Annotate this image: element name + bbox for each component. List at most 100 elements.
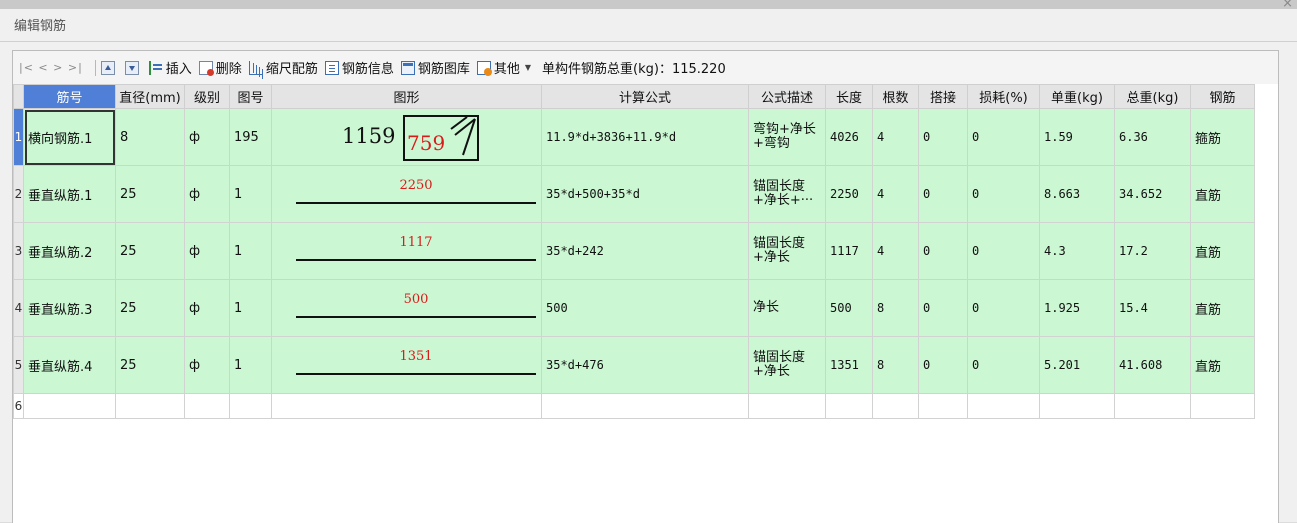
table-row-empty[interactable]: 6: [13, 393, 1255, 419]
cell-shape[interactable]: 2250: [271, 165, 542, 223]
move-down-button[interactable]: [124, 60, 142, 75]
cell-unit-weight[interactable]: 1.925: [1039, 279, 1115, 337]
cell-bar-number[interactable]: 垂直纵筋.1: [23, 165, 116, 223]
insert-button[interactable]: 插入: [148, 58, 192, 77]
cell-count[interactable]: 4: [872, 165, 919, 223]
table-row[interactable]: 1 横向钢筋.1 8 ф 195 1159 759 11.9*d+3836+11…: [13, 108, 1255, 166]
cell-loss[interactable]: 0: [967, 279, 1040, 337]
cell-formula-description[interactable]: 锚固长度+净长+···: [748, 165, 826, 223]
cell-lap[interactable]: 0: [918, 222, 968, 280]
header-rebar-type[interactable]: 钢筋: [1190, 84, 1255, 109]
empty-cell[interactable]: [872, 393, 919, 419]
cell-formula[interactable]: 11.9*d+3836+11.9*d: [541, 108, 749, 166]
table-row[interactable]: 2 垂直纵筋.1 25 ф 1 2250 35*d+500+35*d 锚固长度+…: [13, 165, 1255, 223]
cell-count[interactable]: 4: [872, 222, 919, 280]
cell-total-weight[interactable]: 34.652: [1114, 165, 1191, 223]
row-number[interactable]: 1: [13, 108, 24, 166]
header-length[interactable]: 长度: [825, 84, 873, 109]
header-count[interactable]: 根数: [872, 84, 919, 109]
header-unit-weight[interactable]: 单重(kg): [1039, 84, 1115, 109]
cell-unit-weight[interactable]: 4.3: [1039, 222, 1115, 280]
header-formula[interactable]: 计算公式: [541, 84, 749, 109]
record-navigation[interactable]: |< < > >|: [19, 61, 83, 74]
cell-bar-number[interactable]: 垂直纵筋.3: [23, 279, 116, 337]
cell-figure-number[interactable]: 1: [229, 165, 272, 223]
table-row[interactable]: 3 垂直纵筋.2 25 ф 1 1117 35*d+242 锚固长度+净长 11…: [13, 222, 1255, 280]
cell-diameter[interactable]: 8: [115, 108, 185, 166]
cell-shape[interactable]: 500: [271, 279, 542, 337]
cell-bar-number[interactable]: 垂直纵筋.4: [23, 336, 116, 394]
cell-loss[interactable]: 0: [967, 336, 1040, 394]
header-grade[interactable]: 级别: [184, 84, 230, 109]
cell-count[interactable]: 8: [872, 336, 919, 394]
cell-formula[interactable]: 35*d+476: [541, 336, 749, 394]
table-row[interactable]: 4 垂直纵筋.3 25 ф 1 500 500 净长 500 8 0 0 1.9…: [13, 279, 1255, 337]
empty-cell[interactable]: [967, 393, 1040, 419]
cell-rebar-type[interactable]: 直筋: [1190, 222, 1255, 280]
cell-shape[interactable]: 1117: [271, 222, 542, 280]
cell-figure-number[interactable]: 195: [229, 108, 272, 166]
row-number[interactable]: 4: [13, 279, 24, 337]
cell-diameter[interactable]: 25: [115, 279, 185, 337]
cell-shape[interactable]: 1159 759: [271, 108, 542, 166]
table-row[interactable]: 5 垂直纵筋.4 25 ф 1 1351 35*d+476 锚固长度+净长 13…: [13, 336, 1255, 394]
cell-figure-number[interactable]: 1: [229, 279, 272, 337]
cell-length[interactable]: 4026: [825, 108, 873, 166]
cell-grade[interactable]: ф: [184, 279, 230, 337]
cell-rebar-type[interactable]: 直筋: [1190, 279, 1255, 337]
cell-length[interactable]: 1351: [825, 336, 873, 394]
cell-diameter[interactable]: 25: [115, 336, 185, 394]
empty-cell[interactable]: [1114, 393, 1191, 419]
empty-cell[interactable]: [184, 393, 230, 419]
move-up-button[interactable]: [100, 60, 118, 75]
cell-length[interactable]: 500: [825, 279, 873, 337]
cell-figure-number[interactable]: 1: [229, 222, 272, 280]
cell-unit-weight[interactable]: 1.59: [1039, 108, 1115, 166]
cell-total-weight[interactable]: 15.4: [1114, 279, 1191, 337]
rebar-info-button[interactable]: 钢筋信息: [324, 58, 394, 77]
empty-cell[interactable]: [748, 393, 826, 419]
cell-formula[interactable]: 35*d+500+35*d: [541, 165, 749, 223]
cell-length[interactable]: 1117: [825, 222, 873, 280]
cell-unit-weight[interactable]: 5.201: [1039, 336, 1115, 394]
cell-grade[interactable]: ф: [184, 336, 230, 394]
row-number[interactable]: 5: [13, 336, 24, 394]
cell-length[interactable]: 2250: [825, 165, 873, 223]
header-lap[interactable]: 搭接: [918, 84, 968, 109]
cell-shape[interactable]: 1351: [271, 336, 542, 394]
cell-count[interactable]: 4: [872, 108, 919, 166]
cell-lap[interactable]: 0: [918, 108, 968, 166]
scale-rebar-button[interactable]: 缩尺配筋: [248, 58, 318, 77]
cell-formula[interactable]: 35*d+242: [541, 222, 749, 280]
header-loss[interactable]: 损耗(%): [967, 84, 1040, 109]
cell-unit-weight[interactable]: 8.663: [1039, 165, 1115, 223]
cell-loss[interactable]: 0: [967, 165, 1040, 223]
empty-cell[interactable]: [825, 393, 873, 419]
empty-cell[interactable]: [918, 393, 968, 419]
empty-cell[interactable]: [1039, 393, 1115, 419]
cell-formula-description[interactable]: 净长: [748, 279, 826, 337]
empty-cell[interactable]: [271, 393, 542, 419]
cell-lap[interactable]: 0: [918, 165, 968, 223]
cell-grade[interactable]: ф: [184, 108, 230, 166]
cell-formula-description[interactable]: 锚固长度+净长: [748, 336, 826, 394]
cell-diameter[interactable]: 25: [115, 165, 185, 223]
header-formula-description[interactable]: 公式描述: [748, 84, 826, 109]
cell-figure-number[interactable]: 1: [229, 336, 272, 394]
header-figure-number[interactable]: 图号: [229, 84, 272, 109]
empty-cell[interactable]: [229, 393, 272, 419]
cell-formula-description[interactable]: 弯钩+净长+弯钩: [748, 108, 826, 166]
empty-cell[interactable]: [23, 393, 116, 419]
cell-lap[interactable]: 0: [918, 279, 968, 337]
cell-rebar-type[interactable]: 箍筋: [1190, 108, 1255, 166]
empty-cell[interactable]: [115, 393, 185, 419]
row-number[interactable]: 3: [13, 222, 24, 280]
cell-formula-description[interactable]: 锚固长度+净长: [748, 222, 826, 280]
header-total-weight[interactable]: 总重(kg): [1114, 84, 1191, 109]
cell-rebar-type[interactable]: 直筋: [1190, 336, 1255, 394]
cell-rebar-type[interactable]: 直筋: [1190, 165, 1255, 223]
empty-cell[interactable]: [1190, 393, 1255, 419]
rebar-library-button[interactable]: 钢筋图库: [400, 58, 470, 77]
cell-diameter[interactable]: 25: [115, 222, 185, 280]
cell-total-weight[interactable]: 41.608: [1114, 336, 1191, 394]
